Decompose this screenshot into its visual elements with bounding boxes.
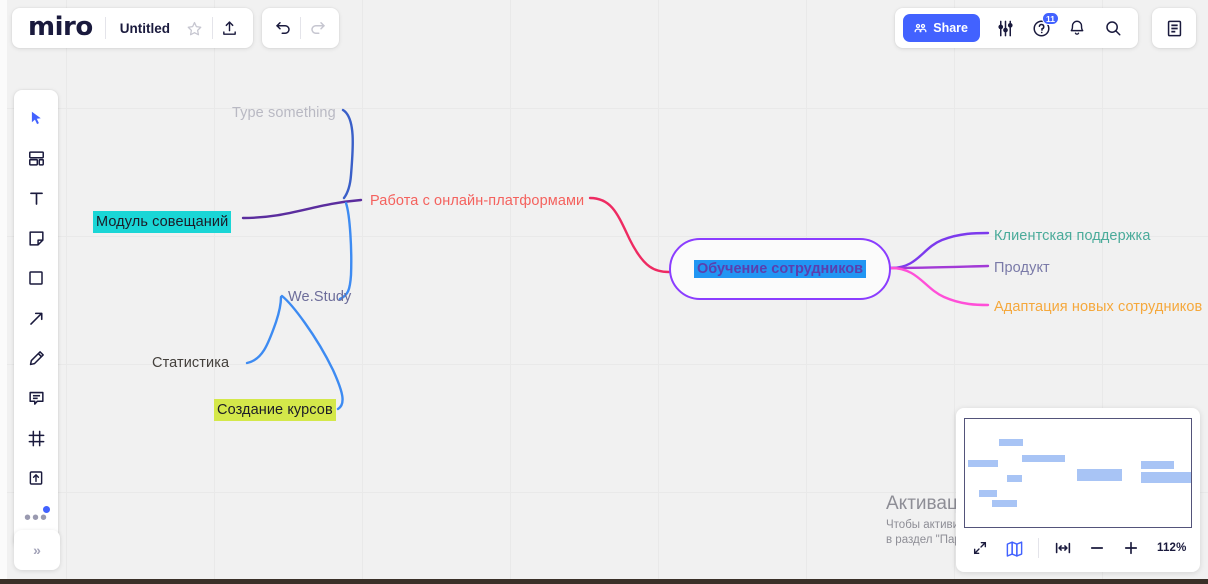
expand-panel-label: » (33, 542, 41, 558)
minimap-viewport[interactable] (964, 418, 1192, 528)
mindmap-node-adaptaciya-novyh[interactable]: Адаптация новых сотрудников (994, 298, 1202, 316)
mindmap-node-type-something[interactable]: Type something (232, 104, 336, 122)
notes-panel-icon[interactable] (1157, 11, 1191, 45)
zoom-controls: 112% (964, 528, 1192, 566)
bell-icon[interactable] (1060, 11, 1094, 45)
undo-icon[interactable] (266, 11, 300, 45)
mindmap-node-statistika[interactable]: Статистика (152, 354, 229, 372)
fit-width-icon[interactable] (1047, 533, 1079, 563)
mindmap-node-rabota-online[interactable]: Работа с онлайн-платформами (370, 192, 584, 210)
minimap-node (1077, 469, 1122, 481)
minimap-node (979, 490, 997, 497)
help-badge-count: 11 (1042, 12, 1059, 25)
left-toolbar: ••• (14, 90, 58, 548)
miro-logo[interactable]: miro (18, 12, 105, 45)
search-icon[interactable] (1096, 11, 1130, 45)
minimap-node (992, 500, 1017, 507)
text-tool[interactable] (19, 181, 53, 215)
mindmap-node-produkt[interactable]: Продукт (994, 259, 1050, 277)
zoom-in-icon[interactable] (1115, 533, 1147, 563)
minimap-node (1022, 455, 1065, 462)
zoom-level-label[interactable]: 112% (1157, 542, 1187, 554)
settings-sliders-icon[interactable] (988, 11, 1022, 45)
expand-panel-button[interactable]: » (14, 530, 60, 570)
mindmap-node-modul-soveshchaniy[interactable]: Модуль совещаний (93, 211, 231, 233)
sticky-note-tool[interactable] (19, 221, 53, 255)
minimap-node (1141, 472, 1192, 483)
fit-to-screen-icon[interactable] (964, 533, 996, 563)
pen-tool[interactable] (19, 341, 53, 375)
arrow-tool[interactable] (19, 301, 53, 335)
more-tools-indicator-dot (43, 506, 50, 513)
mindmap-central-node[interactable]: Обучение сотрудников (669, 238, 891, 300)
cursor-tool[interactable] (19, 101, 53, 135)
minimap-toggle-icon[interactable] (998, 533, 1030, 563)
redo-icon[interactable] (301, 11, 335, 45)
board-title[interactable]: Untitled (106, 21, 178, 36)
minimap-panel: 112% (956, 408, 1200, 572)
minimap-node (968, 460, 998, 467)
topbar-left-group: miro Untitled (12, 8, 253, 48)
share-button[interactable]: Share (903, 14, 980, 42)
zoom-out-icon[interactable] (1081, 533, 1113, 563)
templates-tool[interactable] (19, 141, 53, 175)
upload-icon[interactable] (213, 11, 247, 45)
mindmap-node-sozdanie-kursov[interactable]: Создание курсов (214, 399, 336, 421)
mindmap-central-node-label: Обучение сотрудников (694, 260, 866, 278)
more-dots-icon: ••• (24, 513, 48, 523)
topbar-notes-group (1152, 8, 1196, 48)
share-button-label: Share (933, 21, 968, 35)
shape-tool[interactable] (19, 261, 53, 295)
bottom-edge-strip (0, 579, 1208, 584)
star-icon[interactable] (178, 11, 212, 45)
frame-tool[interactable] (19, 421, 53, 455)
upload-tool[interactable] (19, 461, 53, 495)
topbar-history-group (262, 8, 339, 48)
miro-board-app: Type something Работа с онлайн-платформа… (0, 0, 1208, 584)
divider (1038, 538, 1039, 558)
mindmap-node-klientskaya-podderzhka[interactable]: Клиентская поддержка (994, 227, 1151, 245)
left-edge-strip (0, 0, 7, 584)
comment-tool[interactable] (19, 381, 53, 415)
mindmap-node-westudy[interactable]: We.Study (288, 288, 351, 306)
minimap-node (1007, 475, 1022, 482)
topbar-right-group: Share 11 (895, 8, 1138, 48)
help-icon[interactable]: 11 (1024, 11, 1058, 45)
minimap-node (999, 439, 1023, 446)
minimap-node (1141, 461, 1174, 469)
